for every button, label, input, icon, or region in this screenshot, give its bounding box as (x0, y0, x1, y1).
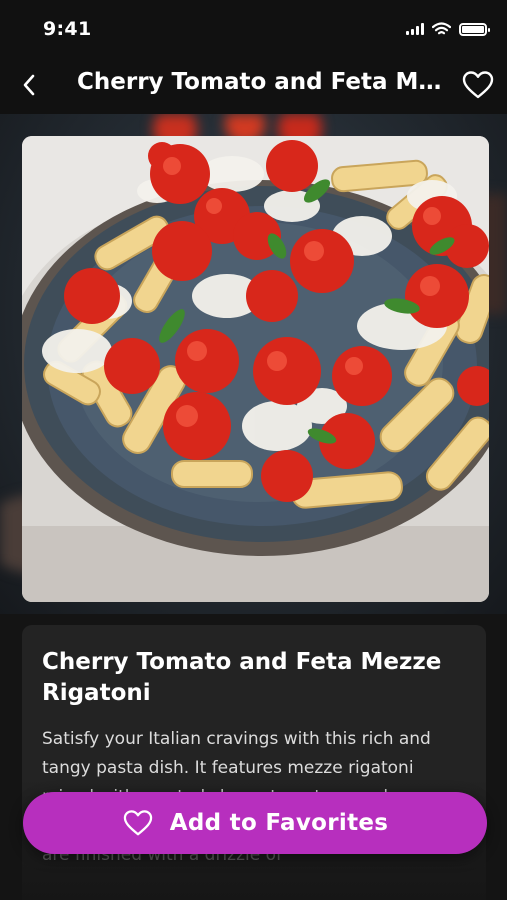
cellular-signal-icon (406, 23, 424, 35)
chevron-left-icon (23, 74, 35, 96)
wifi-icon (432, 22, 451, 35)
status-bar: 9:41 (0, 0, 507, 58)
recipe-info-card: Cherry Tomato and Feta Mezze Rigatoni Sa… (22, 625, 486, 900)
page-title: Cherry Tomato and Feta Mezze Rigatoni (77, 69, 447, 95)
add-to-favorites-button[interactable]: Add to Favorites (23, 792, 487, 854)
recipe-title: Cherry Tomato and Feta Mezze Rigatoni (42, 649, 442, 706)
navigation-bar: Cherry Tomato and Feta Mezze Rigatoni (0, 58, 507, 114)
status-icons (406, 22, 490, 36)
heart-outline-icon (462, 71, 494, 99)
favorite-toggle-button[interactable] (461, 68, 495, 102)
heart-outline-icon (123, 810, 152, 836)
back-button[interactable] (14, 70, 44, 100)
recipe-hero-image (22, 136, 489, 602)
status-time: 9:41 (43, 18, 92, 40)
add-to-favorites-label: Add to Favorites (169, 810, 389, 836)
battery-icon (459, 22, 490, 36)
